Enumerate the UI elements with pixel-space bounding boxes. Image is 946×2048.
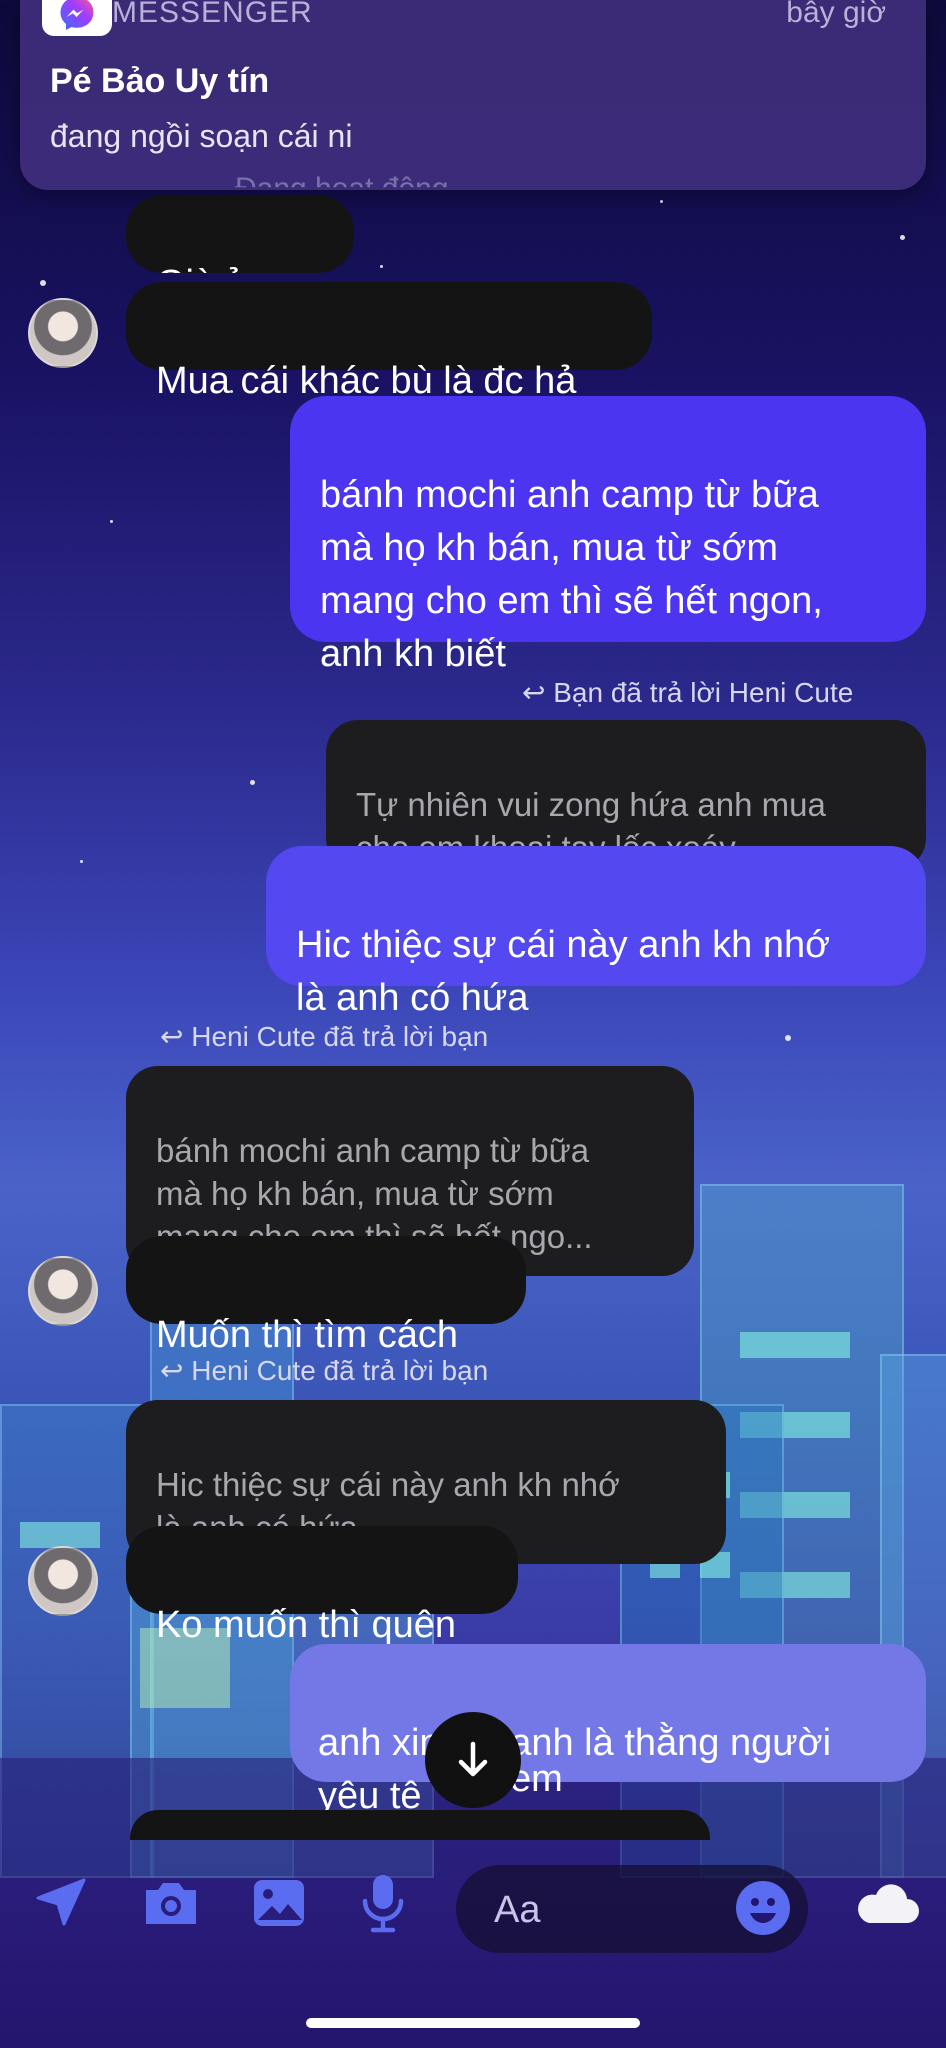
reply-arrow-icon: ↩ xyxy=(160,1355,184,1386)
microphone-icon xyxy=(362,1875,404,1933)
send-location-icon xyxy=(36,1878,86,1926)
send-location-button[interactable] xyxy=(26,1868,96,1938)
notification-body: đang ngồi soạn cái ni xyxy=(50,118,353,154)
message-input[interactable] xyxy=(492,1883,716,1937)
reply-arrow-icon: ↩ xyxy=(160,1021,184,1052)
message-sent[interactable]: anh xin lỗi, anh là thằng người yêu tệ xyxy=(290,1644,926,1817)
message-received-partial xyxy=(130,1810,710,1840)
reply-arrow-icon: ↩ xyxy=(522,677,546,708)
reply-indicator: ↩ Bạn đã trả lời Heni Cute xyxy=(522,677,854,708)
composer-toolbar xyxy=(0,1840,946,1970)
emoji-button[interactable] xyxy=(734,1879,792,1937)
notification-app-name: MESSENGER xyxy=(112,0,313,29)
message-received[interactable]: Mua cái khác bù là đc hả xyxy=(126,282,652,402)
message-sent[interactable]: bánh mochi anh camp từ bữa mà họ kh bán,… xyxy=(290,396,926,675)
gallery-button[interactable] xyxy=(244,1868,314,1938)
emoji-icon xyxy=(736,1881,790,1935)
message-text: Ko muốn thì quên xyxy=(156,1604,456,1646)
message-sent[interactable]: Hic thiệc sự cái này anh kh nhớ là anh c… xyxy=(266,846,926,1019)
contact-avatar[interactable] xyxy=(28,1546,98,1616)
home-indicator[interactable] xyxy=(306,2018,640,2028)
cloud-icon xyxy=(858,1884,919,1923)
message-received[interactable]: Ko muốn thì quên xyxy=(126,1526,518,1646)
gallery-icon xyxy=(254,1880,304,1926)
messenger-logo-icon xyxy=(42,0,112,36)
notification-title: Pé Bảo Uy tín xyxy=(50,62,270,100)
camera-icon xyxy=(146,1883,196,1924)
message-text: Muốn thì tìm cách xyxy=(156,1314,459,1356)
contact-avatar[interactable] xyxy=(28,1256,98,1326)
messenger-notification[interactable]: MESSENGER bây giờ Pé Bảo Uy tín đang ngồ… xyxy=(20,0,926,190)
scroll-to-bottom-button[interactable] xyxy=(425,1712,521,1808)
voice-button[interactable] xyxy=(348,1868,418,1938)
notification-time: bây giờ xyxy=(786,0,886,29)
arrow-down-icon xyxy=(458,1741,488,1777)
message-received[interactable]: Giờ ỉm re xyxy=(126,195,354,273)
camera-button[interactable] xyxy=(136,1868,206,1938)
cloud-button[interactable] xyxy=(846,1868,926,1938)
message-received[interactable]: Muốn thì tìm cách xyxy=(126,1236,526,1356)
reply-indicator: ↩ Heni Cute đã trả lời bạn xyxy=(160,1355,489,1386)
contact-avatar[interactable] xyxy=(28,298,98,368)
reply-indicator: ↩ Heni Cute đã trả lời bạn xyxy=(160,1021,489,1052)
message-text: bánh mochi anh camp từ bữa mà họ kh bán,… xyxy=(320,474,823,675)
message-text: Giờ ỉm re xyxy=(156,263,314,273)
message-input-box[interactable] xyxy=(456,1865,808,1953)
